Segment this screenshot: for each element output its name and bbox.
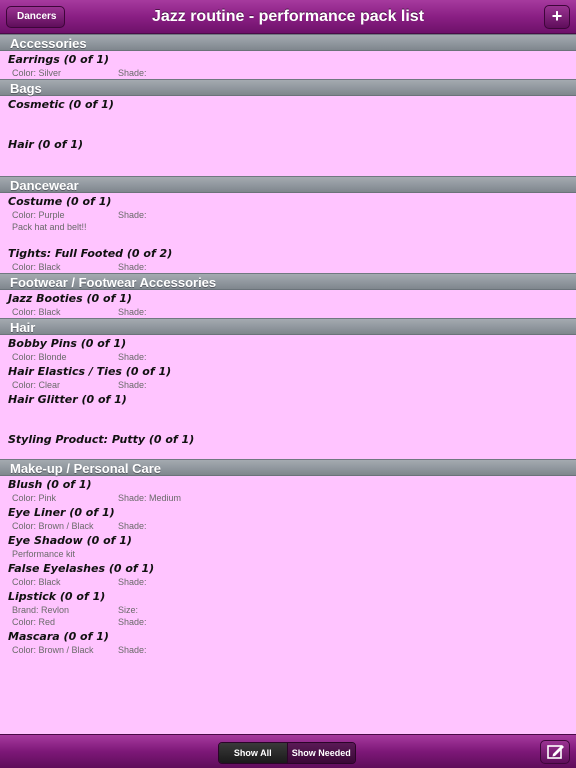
item-detail-right: Shade: bbox=[118, 307, 147, 317]
item-detail-left: Pack hat and belt!! bbox=[12, 222, 87, 232]
list-item[interactable]: Hair Glitter (0 of 1) bbox=[0, 391, 576, 431]
item-detail-row: Color: Brown / Black Shade: bbox=[8, 520, 576, 532]
item-detail-row: Color: Clear Shade: bbox=[8, 379, 576, 391]
item-detail-right: Shade: bbox=[118, 617, 147, 627]
filter-segmented-control: Show All Show Needed bbox=[218, 742, 356, 764]
item-name: Costume (0 of 1) bbox=[8, 195, 112, 208]
item-detail-row: Brand: Revlon Size: bbox=[8, 604, 576, 616]
item-detail-row bbox=[8, 164, 576, 176]
list-item[interactable]: False Eyelashes (0 of 1) Color: Black Shad… bbox=[0, 560, 576, 588]
item-detail-right: Shade: bbox=[118, 577, 147, 587]
item-detail-right: Shade: bbox=[118, 262, 147, 272]
item-detail-right: Shade: bbox=[118, 210, 147, 220]
item-detail-left: Performance kit bbox=[12, 549, 76, 559]
item-name: Hair Glitter (0 of 1) bbox=[8, 393, 127, 406]
item-detail-row: Color: Black Shade: bbox=[8, 261, 576, 273]
item-detail-row bbox=[8, 419, 576, 431]
item-detail-row: Performance kit bbox=[8, 548, 576, 560]
item-detail-row: Color: Pink Shade: Medium bbox=[8, 492, 576, 504]
section-header: Hair bbox=[0, 318, 576, 335]
compose-button[interactable] bbox=[540, 740, 570, 764]
list-item[interactable]: Mascara (0 of 1) Color: Brown / Black Shad… bbox=[0, 628, 576, 656]
item-detail-right: Shade: bbox=[118, 68, 147, 78]
item-detail-left: Color: Red bbox=[12, 617, 56, 627]
item-name: Hair (0 of 1) bbox=[8, 138, 84, 151]
list-item[interactable]: Hair (0 of 1) bbox=[0, 136, 576, 176]
item-detail-row: Color: Black Shade: bbox=[8, 576, 576, 588]
item-name: Hair Elastics / Ties (0 of 1) bbox=[8, 365, 172, 378]
list-item[interactable]: Hair Elastics / Ties (0 of 1) Color: Clea… bbox=[0, 363, 576, 391]
item-detail-row: Color: Black Shade: bbox=[8, 306, 576, 318]
list-item[interactable]: Cosmetic (0 of 1) bbox=[0, 96, 576, 136]
bottom-toolbar: Show All Show Needed bbox=[0, 734, 576, 768]
item-detail-left: Color: Blonde bbox=[12, 352, 67, 362]
item-detail-left: Color: Black bbox=[12, 262, 61, 272]
item-detail-row bbox=[8, 124, 576, 136]
item-detail-left: Color: Brown / Black bbox=[12, 521, 94, 531]
item-detail-left: Color: Silver bbox=[12, 68, 62, 78]
item-detail-row: Color: Blonde Shade: bbox=[8, 351, 576, 363]
item-detail-left: Color: Purple bbox=[12, 210, 65, 220]
item-detail-row: Color: Brown / Black Shade: bbox=[8, 644, 576, 656]
list-item[interactable]: Eye Shadow (0 of 1) Performance kit bbox=[0, 532, 576, 560]
item-detail-row: Color: Red Shade: bbox=[8, 616, 576, 628]
item-name: Earrings (0 of 1) bbox=[8, 53, 110, 66]
list-item[interactable]: Jazz Booties (0 of 1) Color: Black Shade: bbox=[0, 290, 576, 318]
item-detail-row bbox=[8, 407, 576, 419]
item-name: Styling Product: Putty (0 of 1) bbox=[8, 433, 195, 446]
item-detail-row: Color: Silver Shade: bbox=[8, 67, 576, 79]
item-name: Lipstick (0 of 1) bbox=[8, 590, 106, 603]
item-detail-left: Color: Pink bbox=[12, 493, 57, 503]
item-detail-left: Color: Black bbox=[12, 307, 61, 317]
list-item[interactable]: Costume (0 of 1) Color: Purple Shade: Pack … bbox=[0, 193, 576, 245]
item-detail-left: Color: Brown / Black bbox=[12, 645, 94, 655]
list-item[interactable]: Blush (0 of 1) Color: Pink Shade: Medium bbox=[0, 476, 576, 504]
list-item[interactable]: Lipstick (0 of 1) Brand: Revlon Size: Color… bbox=[0, 588, 576, 628]
item-name: Cosmetic (0 of 1) bbox=[8, 98, 114, 111]
item-name: Blush (0 of 1) bbox=[8, 478, 92, 491]
item-detail-row bbox=[8, 152, 576, 164]
item-detail-right: Shade: bbox=[118, 352, 147, 362]
item-name: False Eyelashes (0 of 1) bbox=[8, 562, 155, 575]
section-header: Bags bbox=[0, 79, 576, 96]
item-detail-left: Color: Clear bbox=[12, 380, 61, 390]
item-detail-row bbox=[8, 112, 576, 124]
item-detail-right: Shade: Medium bbox=[118, 493, 182, 503]
item-name: Tights: Full Footed (0 of 2) bbox=[8, 247, 173, 260]
show-needed-button[interactable]: Show Needed bbox=[286, 743, 355, 763]
item-detail-left: Color: Black bbox=[12, 577, 61, 587]
item-detail-row bbox=[8, 233, 576, 245]
section-header: Dancewear bbox=[0, 176, 576, 193]
section-header: Make-up / Personal Care bbox=[0, 459, 576, 476]
item-detail-right: Size: bbox=[118, 605, 139, 615]
list-item[interactable]: Earrings (0 of 1) Color: Silver Shade: bbox=[0, 51, 576, 79]
item-detail-row: Color: Purple Shade: bbox=[8, 209, 576, 221]
back-button-dancers[interactable]: Dancers bbox=[6, 6, 66, 28]
item-name: Eye Liner (0 of 1) bbox=[8, 506, 115, 519]
item-name: Eye Shadow (0 of 1) bbox=[8, 534, 132, 547]
list-item[interactable]: Bobby Pins (0 of 1) Color: Blonde Shade: bbox=[0, 335, 576, 363]
item-detail-row: Pack hat and belt!! bbox=[8, 221, 576, 233]
item-detail-right: Shade: bbox=[118, 380, 147, 390]
list-item[interactable]: Styling Product: Putty (0 of 1) bbox=[0, 431, 576, 459]
pack-list[interactable]: Accessories Earrings (0 of 1) Color: Silve… bbox=[0, 34, 576, 734]
item-detail-row bbox=[8, 447, 576, 459]
section-header: Accessories bbox=[0, 34, 576, 51]
compose-icon bbox=[547, 745, 564, 759]
item-detail-right: Shade: bbox=[118, 521, 147, 531]
navigation-bar: Jazz routine - performance pack list Dan… bbox=[0, 0, 576, 34]
item-detail-left: Brand: Revlon bbox=[12, 605, 70, 615]
add-item-button[interactable]: + bbox=[544, 5, 570, 29]
page-title: Jazz routine - performance pack list bbox=[151, 8, 425, 25]
show-all-button[interactable]: Show All bbox=[219, 743, 287, 763]
item-name: Jazz Booties (0 of 1) bbox=[8, 292, 132, 305]
item-detail-right: Shade: bbox=[118, 645, 147, 655]
section-header: Footwear / Footwear Accessories bbox=[0, 273, 576, 290]
list-item[interactable]: Tights: Full Footed (0 of 2) Color: Black… bbox=[0, 245, 576, 273]
list-item[interactable]: Eye Liner (0 of 1) Color: Brown / Black Sh… bbox=[0, 504, 576, 532]
item-name: Mascara (0 of 1) bbox=[8, 630, 109, 643]
item-name: Bobby Pins (0 of 1) bbox=[8, 337, 127, 350]
